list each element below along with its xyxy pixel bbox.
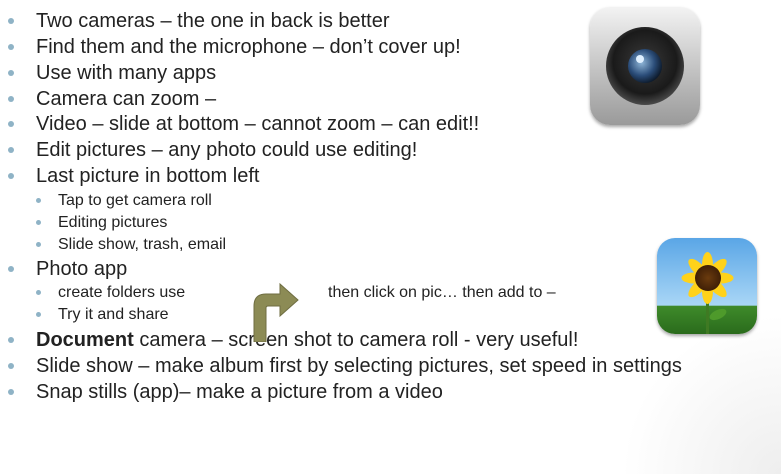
bullet-item: Two cameras – the one in back is better <box>8 9 390 33</box>
bullet-item: Video – slide at bottom – cannot zoom – … <box>8 112 480 136</box>
bullet-text: Try it and share <box>58 306 169 323</box>
bullet-text: create folders use <box>58 284 186 301</box>
camera-lens-ring <box>606 27 684 105</box>
bullet-item: Last picture in bottom left <box>8 164 260 188</box>
lens-glint <box>636 55 644 63</box>
curved-arrow-icon <box>253 282 299 342</box>
bullet-item: Photo app <box>8 257 128 281</box>
bullet-dot <box>36 198 41 203</box>
bullet-text: Last picture in bottom left <box>36 165 260 187</box>
flower-leaf <box>707 306 729 323</box>
sub-bullet-item: Slide show, trash, email <box>36 235 227 255</box>
bullet-dot <box>8 337 14 343</box>
bullet-dot <box>8 44 14 50</box>
bullet-dot <box>8 121 14 127</box>
camera-app-icon <box>590 7 700 125</box>
bullet-text: Camera can zoom – <box>36 88 217 110</box>
sub-bullet-item: create folders use <box>36 283 186 303</box>
bullet-dot <box>36 220 41 225</box>
bullet-item: Document camera – screen shot to camera … <box>8 328 579 352</box>
bullet-text: Slide show – make album first by selecti… <box>36 355 682 377</box>
bullet-text: Edit pictures – any photo could use edit… <box>36 139 418 161</box>
bullet-text: Snap stills (app)– make a picture from a… <box>36 381 443 403</box>
bullet-text: Two cameras – the one in back is better <box>36 10 390 32</box>
bullet-item: Snap stills (app)– make a picture from a… <box>8 380 443 404</box>
bullet-bold-text: Document <box>36 329 134 351</box>
bullet-dot <box>8 70 14 76</box>
flower-center <box>695 265 721 291</box>
bullet-item: Edit pictures – any photo could use edit… <box>8 138 418 162</box>
bullet-text: camera – screen shot to camera roll - ve… <box>133 329 579 351</box>
bullet-dot <box>8 389 14 395</box>
bullet-item: Find them and the microphone – don’t cov… <box>8 35 461 59</box>
bullet-dot <box>8 18 14 24</box>
bullet-dot <box>8 96 14 102</box>
sub-bullet-item: Try it and share <box>36 305 169 325</box>
bullet-dot <box>36 290 41 295</box>
sub-bullet-continuation: then click on pic… then add to – <box>328 283 556 303</box>
bullet-dot <box>8 363 14 369</box>
bullet-text: Tap to get camera roll <box>58 192 212 209</box>
bullet-item: Use with many apps <box>8 61 217 85</box>
bullet-dot <box>8 266 14 272</box>
bullet-dot <box>8 173 14 179</box>
bullet-dot <box>36 242 41 247</box>
bullet-dot <box>36 312 41 317</box>
camera-lens <box>628 49 662 83</box>
bullet-text: Editing pictures <box>58 214 168 231</box>
bullet-text: Video – slide at bottom – cannot zoom – … <box>36 113 480 135</box>
bullet-text: Use with many apps <box>36 62 217 84</box>
sub-bullet-item: Tap to get camera roll <box>36 191 212 211</box>
bullet-text: then click on pic… then add to – <box>328 284 556 301</box>
bullet-dot <box>8 147 14 153</box>
bullet-text: Find them and the microphone – don’t cov… <box>36 36 461 58</box>
bullet-text: Slide show, trash, email <box>58 236 227 253</box>
bullet-item: Slide show – make album first by selecti… <box>8 354 682 378</box>
sub-bullet-item: Editing pictures <box>36 213 168 233</box>
photos-app-icon <box>657 238 757 334</box>
bullet-text: Photo app <box>36 258 128 280</box>
bullet-item: Camera can zoom – <box>8 87 217 111</box>
